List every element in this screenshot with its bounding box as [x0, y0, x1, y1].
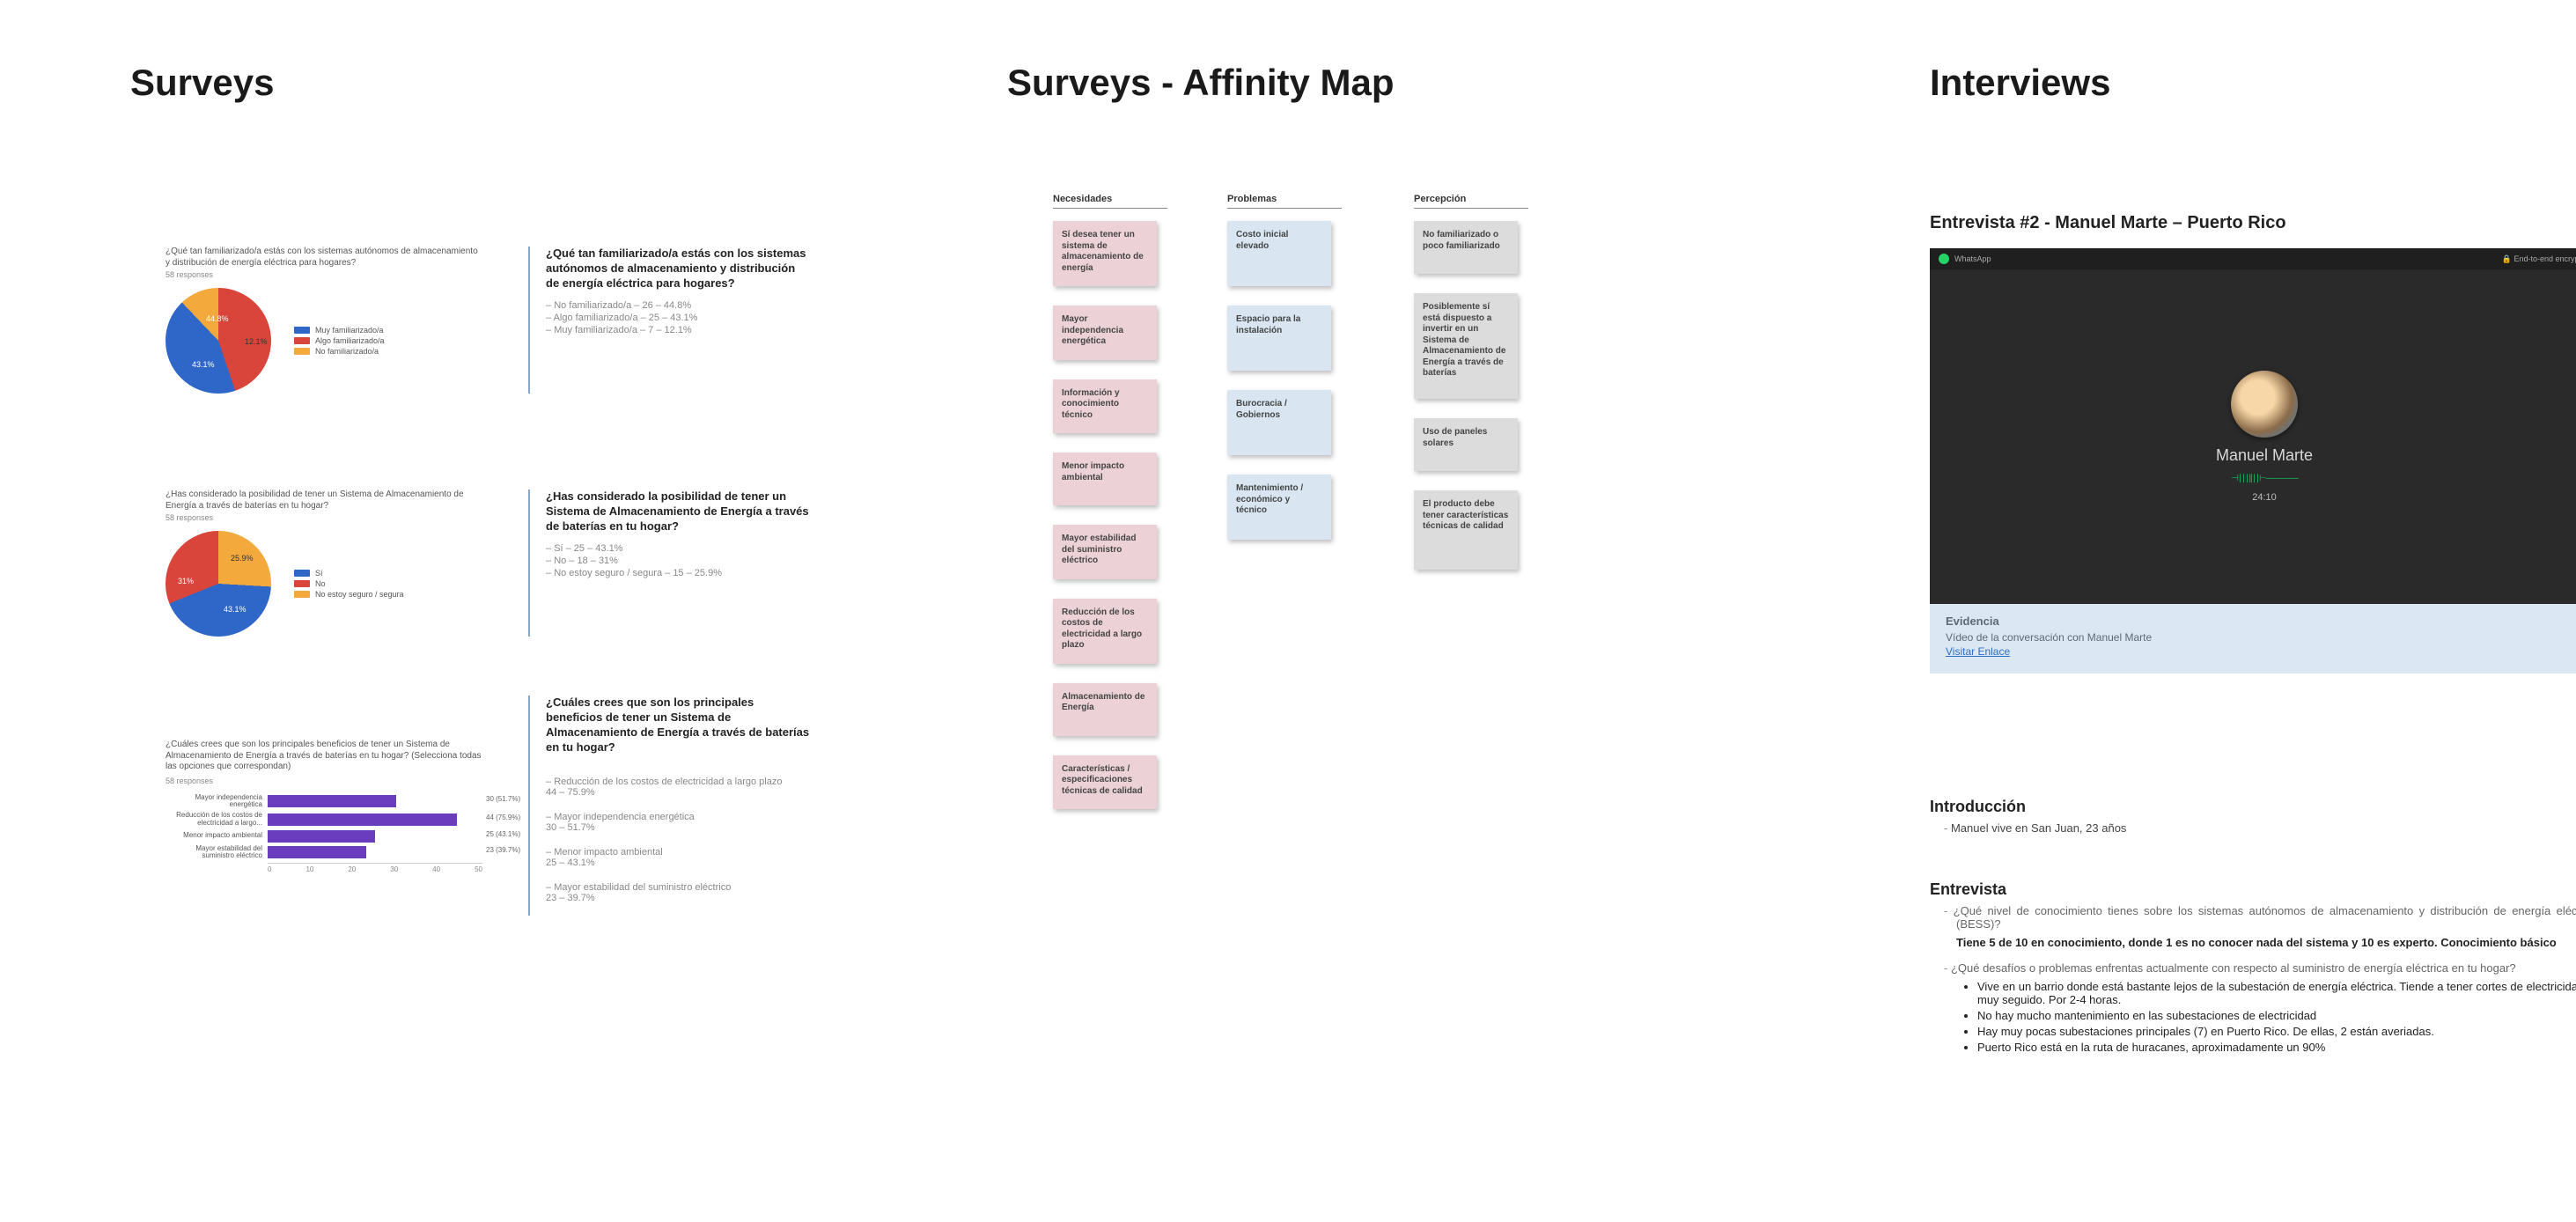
chart-title-2: ¿Has considerado la posibilidad de tener… — [166, 490, 482, 512]
answer-pane-2: ¿Has considerado la posibilidad de tener… — [528, 490, 810, 637]
whatsapp-contact-name: Manuel Marte — [2216, 446, 2313, 465]
resp-count-3: 58 responses — [166, 777, 500, 785]
entrevista-section: Entrevista ¿Qué nivel de conocimiento ti… — [1930, 880, 2576, 1056]
heading-interviews: Interviews — [1930, 62, 2110, 104]
canvas: Surveys Surveys - Affinity Map Interview… — [0, 0, 2576, 1222]
pie-chart-2: 25.9% 43.1% 31% — [166, 531, 271, 637]
int-b2: No hay mucho mantenimiento en las subest… — [1977, 1009, 2576, 1022]
intro-line-1: Manuel vive en San Juan, 23 años — [1956, 821, 2576, 835]
answer-pane-3: ¿Cuáles crees que son los principales be… — [528, 696, 810, 916]
sticky-note[interactable]: Información y conocimiento técnico — [1053, 379, 1157, 434]
legend-1: Muy familiarizado/a Algo familiarizado/a… — [294, 324, 385, 357]
s3-a2: Mayor independencia energética 30 – 51.7… — [546, 812, 810, 833]
survey-block-3: ¿Cuáles crees que son los principales be… — [166, 740, 810, 916]
affinity-col-necesidades: Necesidades Sí desea tener un sistema de… — [1053, 194, 1167, 828]
audio-wave-icon: ⊣∣∣∣∥∣∣⊢———— — [2231, 474, 2297, 483]
sticky-note[interactable]: Costo inicial elevado — [1227, 221, 1331, 286]
s1-a3: Muy familiarizado/a – 7 – 12.1% — [546, 325, 810, 335]
whatsapp-header: WhatsApp 🔒 End-to-end encrypted — [1930, 248, 2576, 269]
s1-a2: Algo familiarizado/a – 25 – 43.1% — [546, 313, 810, 323]
s1-a1: No familiarizado/a – 26 – 44.8% — [546, 300, 810, 311]
sticky-note[interactable]: Reducción de los costos de electricidad … — [1053, 599, 1157, 664]
sticky-note[interactable]: El producto debe tener características t… — [1414, 490, 1518, 570]
sticky-note[interactable]: Uso de paneles solares — [1414, 418, 1518, 471]
whatsapp-panel: WhatsApp 🔒 End-to-end encrypted Manuel M… — [1930, 248, 2576, 674]
interview-title: Entrevista #2 - Manuel Marte – Puerto Ri… — [1930, 213, 2286, 233]
evidence-box: Evidencia Vídeo de la conversación con M… — [1930, 604, 2576, 674]
sticky-note[interactable]: Menor impacto ambiental — [1053, 453, 1157, 505]
col-head-necesidades: Necesidades — [1053, 194, 1167, 209]
intro-section: Introducción Manuel vive en San Juan, 23… — [1930, 798, 2576, 838]
sticky-note[interactable]: Mayor independencia energética — [1053, 306, 1157, 360]
sticky-note[interactable]: Mayor estabilidad del suministro eléctri… — [1053, 525, 1157, 579]
s3-a4: Mayor estabilidad del suministro eléctri… — [546, 882, 810, 903]
chart-pane-2: ¿Has considerado la posibilidad de tener… — [166, 490, 500, 637]
sticky-note[interactable]: Burocracia / Gobiernos — [1227, 390, 1331, 455]
q3-text: ¿Cuáles crees que son los principales be… — [546, 696, 810, 755]
whatsapp-body: Manuel Marte ⊣∣∣∣∥∣∣⊢———— 24:10 — [1930, 269, 2576, 604]
affinity-col-percepcion: Percepción No familiarizado o poco famil… — [1414, 194, 1528, 589]
whatsapp-icon — [1939, 254, 1949, 264]
resp-count-1: 58 responses — [166, 270, 500, 279]
sticky-note[interactable]: Sí desea tener un sistema de almacenamie… — [1053, 221, 1157, 286]
pie-chart-1: 44.8% 43.1% 12.1% — [166, 288, 271, 394]
sticky-note[interactable]: Características / especificaciones técni… — [1053, 755, 1157, 810]
survey-block-1: ¿Qué tan familiarizado/a estás con los s… — [166, 247, 810, 394]
avatar — [2231, 371, 2298, 438]
chart-pane-3: ¿Cuáles crees que son los principales be… — [166, 740, 500, 916]
int-answer-bullets: Vive en un barrio donde está bastante le… — [1977, 980, 2576, 1054]
int-b3: Hay muy pocas subestaciones principales … — [1977, 1025, 2576, 1038]
sticky-note[interactable]: Mantenimiento / económico y técnico — [1227, 475, 1331, 540]
int-b4: Puerto Rico está en la ruta de huracanes… — [1977, 1041, 2576, 1054]
survey-block-2: ¿Has considerado la posibilidad de tener… — [166, 490, 810, 637]
heading-surveys: Surveys — [130, 62, 274, 104]
sticky-note[interactable]: Posiblemente sí está dispuesto a inverti… — [1414, 293, 1518, 399]
whatsapp-encrypted-label: 🔒 End-to-end encrypted — [2502, 254, 2576, 264]
chart-pane-1: ¿Qué tan familiarizado/a estás con los s… — [166, 247, 500, 394]
q2-text: ¿Has considerado la posibilidad de tener… — [546, 490, 810, 534]
whatsapp-duration: 24:10 — [2252, 492, 2277, 503]
whatsapp-app-label: WhatsApp — [1954, 254, 1991, 263]
int-b1: Vive en un barrio donde está bastante le… — [1977, 980, 2576, 1006]
evidence-label: Evidencia — [1946, 615, 2576, 628]
s3-a3: Menor impacto ambiental 25 – 43.1% — [546, 847, 810, 868]
int-a1: Tiene 5 de 10 en conocimiento, donde 1 e… — [1956, 936, 2576, 949]
intro-heading: Introducción — [1930, 798, 2576, 816]
s2-a3: No estoy seguro / segura – 15 – 25.9% — [546, 568, 810, 578]
s2-a2: No – 18 – 31% — [546, 556, 810, 566]
answer-pane-1: ¿Qué tan familiarizado/a estás con los s… — [528, 247, 810, 394]
col-head-problemas: Problemas — [1227, 194, 1342, 209]
chart-title-3: ¿Cuáles crees que son los principales be… — [166, 740, 482, 773]
entrevista-heading: Entrevista — [1930, 880, 2576, 899]
resp-count-2: 58 responses — [166, 513, 500, 522]
bar-chart-3: Mayor independencia energética30 (51.7%)… — [166, 794, 482, 874]
legend-2: Sí No No estoy seguro / segura — [294, 567, 404, 600]
int-q1: ¿Qué nivel de conocimiento tienes sobre … — [1956, 904, 2576, 931]
s2-a1: Sí – 25 – 43.1% — [546, 543, 810, 554]
col-head-percepcion: Percepción — [1414, 194, 1528, 209]
heading-affinity: Surveys - Affinity Map — [1007, 62, 1395, 104]
evidence-link[interactable]: Visitar Enlace — [1946, 645, 2010, 658]
s3-a1: Reducción de los costos de electricidad … — [546, 777, 810, 798]
sticky-note[interactable]: No familiarizado o poco familiarizado — [1414, 221, 1518, 274]
sticky-note[interactable]: Almacenamiento de Energía — [1053, 683, 1157, 736]
affinity-col-problemas: Problemas Costo inicial elevado Espacio … — [1227, 194, 1342, 559]
int-q2: ¿Qué desafíos o problemas enfrentas actu… — [1956, 961, 2576, 975]
chart-title-1: ¿Qué tan familiarizado/a estás con los s… — [166, 247, 482, 269]
sticky-note[interactable]: Espacio para la instalación — [1227, 306, 1331, 371]
evidence-desc: Vídeo de la conversación con Manuel Mart… — [1946, 631, 2576, 644]
q1-text: ¿Qué tan familiarizado/a estás con los s… — [546, 247, 810, 291]
